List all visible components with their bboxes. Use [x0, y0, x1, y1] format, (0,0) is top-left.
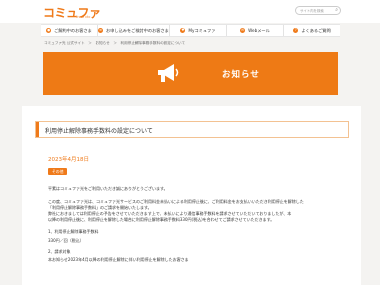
user-icon: ● [46, 28, 52, 33]
hero-banner: お知らせ [43, 52, 338, 95]
search-placeholder: サイト内を検索 [300, 9, 324, 13]
article-content: 利用停止解除事務手数料の設定について 2023年4月18日 その他 平素はコミュ… [22, 106, 361, 285]
question-icon: ? [293, 28, 299, 33]
nav-item-label: よくあるご質問 [301, 27, 331, 33]
nav-item-label: Myコミュファ [188, 27, 216, 33]
body-line: 2、請求対象 [48, 249, 71, 254]
global-navigation: ● ご解約中のお客さま ≡ お申し込みをご検討中のお客さま ♥ Myコミュファ … [41, 24, 340, 37]
category-badge: その他 [48, 168, 68, 175]
nav-item-application[interactable]: ≡ お申し込みをご検討中のお客さま [98, 25, 170, 36]
nav-item-webmail[interactable]: ✉ Webメール [227, 25, 284, 36]
body-line: 弊社におきましては利用停止の予告をさせていただきます上で、未払いにより通信事務手… [48, 211, 292, 216]
heart-icon: ♥ [180, 28, 186, 33]
body-line: 平素はコミュファ光をご利用いただき誠にありがとうございます。 [48, 186, 168, 191]
megaphone-icon [158, 64, 179, 82]
breadcrumb[interactable]: コミュファ光 公式サイト ＞ お知らせ ＞ 利用停止解除事務手数料の設定について [44, 41, 185, 46]
body-line: 本お知らせ2023年4月以降の利用停止解除に伴い利用停止を解除したお客さま [48, 257, 189, 262]
site-header: コミュファ from ctc サイト内を検索 ⌕ [0, 0, 380, 23]
body-line: 以降の利用停止後に、利用停止を解除した場合に利用停止解除事務手数料330円(税込… [48, 217, 275, 222]
mail-icon: ✉ [240, 28, 246, 33]
body-line: 330円／回（税込） [48, 238, 84, 243]
nav-item-label: お申し込みをご検討中のお客さま [106, 27, 169, 33]
body-line: この度、コミュファ光は、コミュファ光サービスのご利用料金未払いによる利用停止後に… [48, 199, 304, 204]
nav-item-label: ご解約中のお客さま [54, 27, 92, 33]
article-title: 利用停止解除事務手数料の設定について [45, 128, 153, 135]
search-icon[interactable]: ⌕ [335, 7, 338, 13]
document-icon: ≡ [98, 28, 104, 33]
title-accent-bar [36, 122, 39, 137]
nav-item-label: Webメール [248, 27, 270, 33]
search-input[interactable]: サイト内を検索 ⌕ [295, 6, 341, 15]
article-date: 2023年4月18日 [48, 157, 89, 163]
site-logo[interactable]: コミュファ [43, 4, 101, 21]
body-line: 「利用停止解除事務手数料」のご請求を開始いたします。 [48, 205, 152, 210]
page-title: お知らせ [222, 70, 260, 80]
logo-subtitle: from ctc [76, 15, 91, 19]
nav-item-faq[interactable]: ? よくあるご質問 [284, 25, 340, 36]
article-title-box: 利用停止解除事務手数料の設定について [35, 121, 349, 138]
body-line: 1、利用停止解除事務手数料 [48, 229, 99, 234]
nav-item-my-commufa[interactable]: ♥ Myコミュファ [170, 25, 227, 36]
nav-item-cancellation[interactable]: ● ご解約中のお客さま [41, 25, 99, 36]
